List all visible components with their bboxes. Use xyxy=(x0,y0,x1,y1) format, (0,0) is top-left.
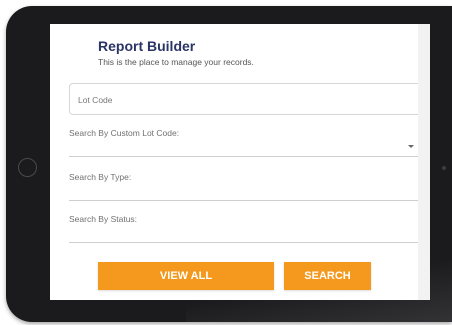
custom-lot-code-label: Search By Custom Lot Code: xyxy=(69,128,180,138)
report-builder-screen: Report Builder This is the place to mana… xyxy=(50,24,418,300)
page-title: Report Builder xyxy=(98,38,196,54)
status-field[interactable]: Search By Status: xyxy=(69,214,418,243)
chevron-down-icon[interactable] xyxy=(408,145,414,148)
type-label: Search By Type: xyxy=(69,172,132,182)
stage: Report Builder This is the place to mana… xyxy=(0,0,452,325)
search-button[interactable]: SEARCH xyxy=(284,262,371,290)
page-subtitle: This is the place to manage your records… xyxy=(98,57,254,67)
status-label: Search By Status: xyxy=(69,214,138,224)
type-field[interactable]: Search By Type: xyxy=(69,172,418,201)
custom-lot-code-select[interactable]: Search By Custom Lot Code: xyxy=(69,128,418,157)
camera-icon xyxy=(442,166,446,170)
view-all-button[interactable]: VIEW ALL xyxy=(98,262,274,290)
lot-code-field[interactable] xyxy=(69,83,418,115)
lot-code-input[interactable] xyxy=(78,92,398,108)
home-button-icon xyxy=(18,158,37,177)
screen-scroll-area xyxy=(418,24,430,300)
